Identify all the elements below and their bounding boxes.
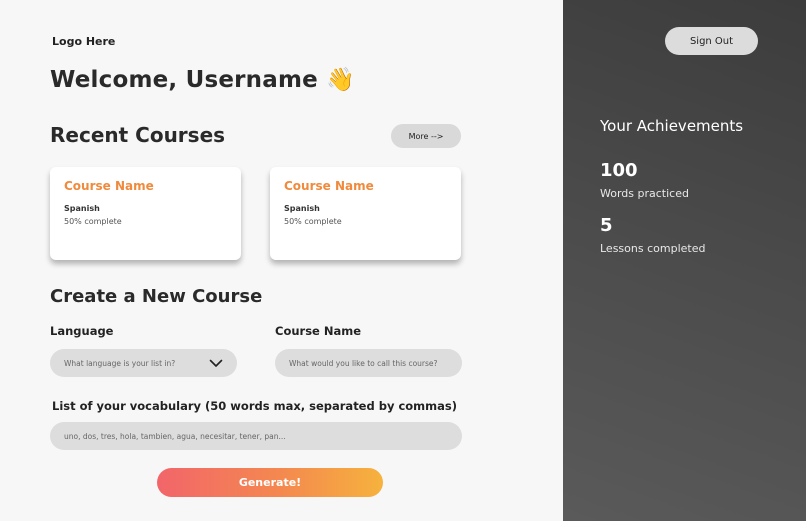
language-select-placeholder: What language is your list in? [64,358,176,368]
language-label: Language [50,324,114,338]
recent-courses-heading: Recent Courses [50,123,226,147]
course-card[interactable]: Course Name Spanish 50% complete [270,167,461,260]
course-card-language: Spanish [284,204,320,213]
generate-button[interactable]: Generate! [157,468,383,497]
course-card-language: Spanish [64,204,100,213]
main-panel: Logo Here Welcome, Username 👋 Recent Cou… [0,0,563,521]
words-practiced-count: 100 [600,160,638,181]
course-card-title: Course Name [64,179,154,193]
more-button[interactable]: More --> [391,124,461,148]
course-card-title: Course Name [284,179,374,193]
course-card-progress: 50% complete [64,217,122,226]
course-card-progress: 50% complete [284,217,342,226]
sign-out-button[interactable]: Sign Out [665,27,758,55]
welcome-text: Welcome, Username [50,67,318,93]
words-practiced-label: Words practiced [600,187,689,200]
language-select[interactable]: What language is your list in? [50,349,237,377]
course-card[interactable]: Course Name Spanish 50% complete [50,167,241,260]
course-name-input[interactable] [275,349,462,377]
achievements-sidebar: Sign Out Your Achievements 100 Words pra… [563,0,806,521]
course-name-label: Course Name [275,324,362,338]
achievements-heading: Your Achievements [600,117,744,135]
lessons-completed-count: 5 [600,215,613,236]
vocabulary-input[interactable] [50,422,462,450]
welcome-heading: Welcome, Username 👋 [50,66,355,93]
logo: Logo Here [52,35,116,48]
chevron-down-icon [209,359,223,367]
waving-hand-icon: 👋 [326,67,356,93]
vocabulary-label: List of your vocabulary (50 words max, s… [52,399,457,413]
create-course-heading: Create a New Course [50,286,263,307]
lessons-completed-label: Lessons completed [600,242,706,255]
